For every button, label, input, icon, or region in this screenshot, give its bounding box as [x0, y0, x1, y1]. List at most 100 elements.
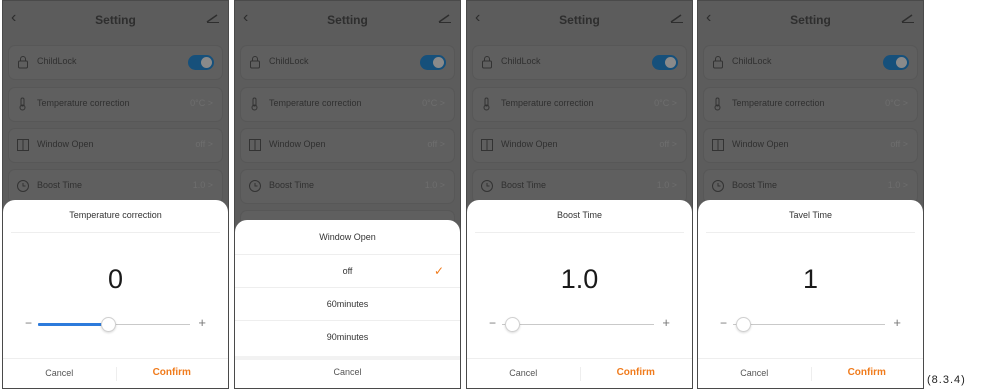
window-icon	[480, 138, 494, 152]
confirm-button[interactable]: Confirm	[116, 367, 229, 378]
setting-label: Boost Time	[732, 180, 778, 190]
increase-button[interactable]: +	[198, 315, 206, 330]
value-slider[interactable]: − +	[25, 315, 206, 333]
setting-value: 1.0 >	[192, 180, 213, 190]
window-icon	[16, 138, 30, 152]
lock-icon	[16, 55, 30, 69]
setting-row-temperature-correction[interactable]: Temperature correction 0°C >	[241, 88, 454, 121]
setting-label: Temperature correction	[269, 98, 362, 108]
decrease-button[interactable]: −	[720, 316, 727, 330]
edit-icon[interactable]	[901, 13, 915, 23]
boost-time-sheet: Boost Time 1.0 − + Cancel Confirm	[467, 200, 692, 388]
setting-label: Boost Time	[501, 180, 547, 190]
setting-label: Window Open	[732, 139, 789, 149]
checkmark-icon: ✓	[433, 264, 444, 278]
thermometer-icon	[16, 97, 30, 111]
option-90minutes[interactable]: 90minutes	[235, 320, 460, 353]
setting-label: Temperature correction	[37, 98, 130, 108]
confirm-button[interactable]: Confirm	[811, 367, 924, 378]
setting-label: Window Open	[269, 139, 326, 149]
setting-label: ChildLock	[269, 56, 309, 66]
setting-label: ChildLock	[37, 56, 77, 66]
clock-icon	[16, 179, 30, 193]
setting-label: ChildLock	[732, 56, 772, 66]
window-icon	[248, 138, 262, 152]
childlock-toggle[interactable]	[188, 55, 214, 70]
setting-row-boost-time[interactable]: Boost Time 1.0 >	[704, 170, 917, 203]
top-bar: ‹ Setting	[698, 1, 923, 41]
option-label: off	[342, 266, 353, 276]
temperature-correction-sheet: Temperature correction 0 − + Cancel Conf…	[3, 200, 228, 388]
setting-label: Boost Time	[269, 180, 315, 190]
thermometer-icon	[248, 97, 262, 111]
setting-row-window-open[interactable]: Window Open off >	[473, 129, 686, 162]
setting-label: Boost Time	[37, 180, 83, 190]
setting-row-childlock[interactable]: ChildLock	[704, 46, 917, 79]
setting-row-temperature-correction[interactable]: Temperature correction 0°C >	[9, 88, 222, 121]
sheet-footer: Cancel Confirm	[3, 358, 228, 388]
slider-knob[interactable]	[505, 317, 520, 332]
slider-track	[733, 324, 885, 325]
sheet-footer: Cancel	[235, 356, 460, 388]
slider-knob[interactable]	[101, 317, 116, 332]
increase-button[interactable]: +	[893, 315, 901, 330]
setting-row-window-open[interactable]: Window Open off >	[241, 129, 454, 162]
setting-label: Window Open	[501, 139, 558, 149]
setting-row-boost-time[interactable]: Boost Time 1.0 >	[473, 170, 686, 203]
setting-value: 0°C >	[422, 98, 445, 108]
setting-row-childlock[interactable]: ChildLock	[473, 46, 686, 79]
setting-row-window-open[interactable]: Window Open off >	[704, 129, 917, 162]
edit-icon[interactable]	[438, 13, 452, 23]
setting-row-boost-time[interactable]: Boost Time 1.0 >	[241, 170, 454, 203]
slider-knob[interactable]	[736, 317, 751, 332]
setting-value: 1.0 >	[424, 180, 445, 190]
edit-icon[interactable]	[670, 13, 684, 23]
page-title: Setting	[95, 13, 136, 27]
value-slider[interactable]: − +	[489, 315, 670, 333]
slider-fill	[38, 323, 106, 326]
cancel-button[interactable]: Cancel	[467, 368, 580, 378]
setting-row-childlock[interactable]: ChildLock	[9, 46, 222, 79]
setting-value: 1.0 >	[887, 180, 908, 190]
lock-icon	[711, 55, 725, 69]
childlock-toggle[interactable]	[883, 55, 909, 70]
setting-row-childlock[interactable]: ChildLock	[241, 46, 454, 79]
value-slider[interactable]: − +	[720, 315, 901, 333]
setting-value: off >	[427, 139, 445, 149]
confirm-button[interactable]: Confirm	[580, 367, 693, 378]
decrease-button[interactable]: −	[489, 316, 496, 330]
setting-value: 0°C >	[654, 98, 677, 108]
setting-label: ChildLock	[501, 56, 541, 66]
childlock-toggle[interactable]	[652, 55, 678, 70]
option-off[interactable]: off ✓	[235, 254, 460, 287]
window-icon	[711, 138, 725, 152]
thermometer-icon	[711, 97, 725, 111]
selected-value: 0	[107, 264, 124, 294]
setting-row-temperature-correction[interactable]: Temperature correction 0°C >	[704, 88, 917, 121]
cancel-button[interactable]: Cancel	[698, 368, 811, 378]
increase-button[interactable]: +	[662, 315, 670, 330]
edit-icon[interactable]	[206, 13, 220, 23]
lock-icon	[480, 55, 494, 69]
sheet-title: Boost Time	[556, 210, 603, 220]
cancel-button[interactable]: Cancel	[3, 368, 116, 378]
clock-icon	[480, 179, 494, 193]
option-60minutes[interactable]: 60minutes	[235, 287, 460, 320]
phone-screen-boost-time: ‹ Setting ChildLock Temperature correcti…	[466, 0, 693, 389]
setting-value: 0°C >	[190, 98, 213, 108]
setting-label: Temperature correction	[732, 98, 825, 108]
setting-row-temperature-correction[interactable]: Temperature correction 0°C >	[473, 88, 686, 121]
setting-value: off >	[659, 139, 677, 149]
divider	[11, 232, 220, 233]
setting-row-window-open[interactable]: Window Open off >	[9, 129, 222, 162]
clock-icon	[711, 179, 725, 193]
phone-screen-window-open: ‹ Setting ChildLock Temperature correcti…	[234, 0, 461, 389]
phone-screen-temperature-correction: ‹ Setting ChildLock Temperature correcti…	[2, 0, 229, 389]
childlock-toggle[interactable]	[420, 55, 446, 70]
setting-row-boost-time[interactable]: Boost Time 1.0 >	[9, 170, 222, 203]
lock-icon	[248, 55, 262, 69]
decrease-button[interactable]: −	[25, 316, 32, 330]
top-bar: ‹ Setting	[235, 1, 460, 41]
cancel-button[interactable]: Cancel	[235, 367, 460, 377]
figure-caption: (8.3.4)	[927, 374, 966, 386]
